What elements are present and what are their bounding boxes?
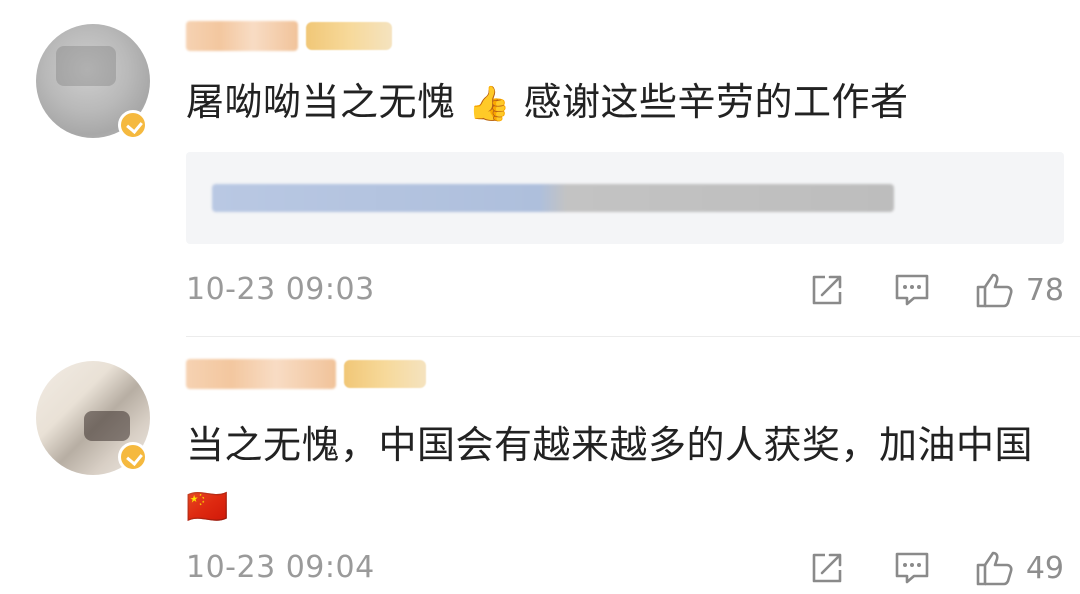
reply-preview-box[interactable] [186,152,1064,244]
username-blurred[interactable] [186,359,336,389]
reply-button[interactable] [892,268,932,312]
comment-text-part: 当之无愧，中国会有越来越多的人获奖，加油中国 [186,423,1034,467]
comment-icon [892,549,932,587]
share-icon [808,271,846,309]
like-button[interactable]: 78 [974,268,1064,312]
thumbs-up-icon [974,270,1016,310]
china-flag-emoji: 🇨🇳 [186,487,229,527]
username-row[interactable] [186,16,392,56]
comment-text-part: 屠呦呦当之无愧 [186,80,456,124]
share-icon [808,549,846,587]
comment-time: 10-23 09:04 [186,550,375,585]
verified-badge-icon [118,110,148,140]
comment-meta: 10-23 09:03 78 [186,268,1064,312]
comment-actions: 49 [808,546,1064,590]
comment-item: 当之无愧，中国会有越来越多的人获奖，加油中国 🇨🇳 10-23 09:04 49 [0,337,1080,594]
thumbs-up-icon [974,548,1016,588]
user-level-badge-blurred [306,22,392,50]
user-level-badge-blurred [344,360,426,388]
comment-meta: 10-23 09:04 49 [186,546,1064,590]
like-count: 78 [1025,272,1064,308]
comment-text: 屠呦呦当之无愧 👍 感谢这些辛劳的工作者 [186,72,1040,134]
username-row[interactable] [186,354,426,394]
comment-time: 10-23 09:03 [186,272,375,307]
comment-text-part: 感谢这些辛劳的工作者 [523,80,909,124]
username-blurred[interactable] [186,21,298,51]
avatar-image-blur [56,46,116,86]
share-button[interactable] [808,268,846,312]
share-button[interactable] [808,546,846,590]
reply-preview-blurred [212,184,894,212]
comment-text: 当之无愧，中国会有越来越多的人获奖，加油中国 🇨🇳 [186,415,1040,537]
comment-item: 屠呦呦当之无愧 👍 感谢这些辛劳的工作者 10-23 09:03 78 [0,0,1080,336]
thumbs-up-emoji: 👍 [468,84,511,124]
verified-badge-icon [118,442,148,472]
like-button[interactable]: 49 [974,546,1064,590]
reply-button[interactable] [892,546,932,590]
comment-actions: 78 [808,268,1064,312]
comment-icon [892,271,932,309]
avatar-image-blur [84,411,130,441]
like-count: 49 [1025,550,1064,586]
